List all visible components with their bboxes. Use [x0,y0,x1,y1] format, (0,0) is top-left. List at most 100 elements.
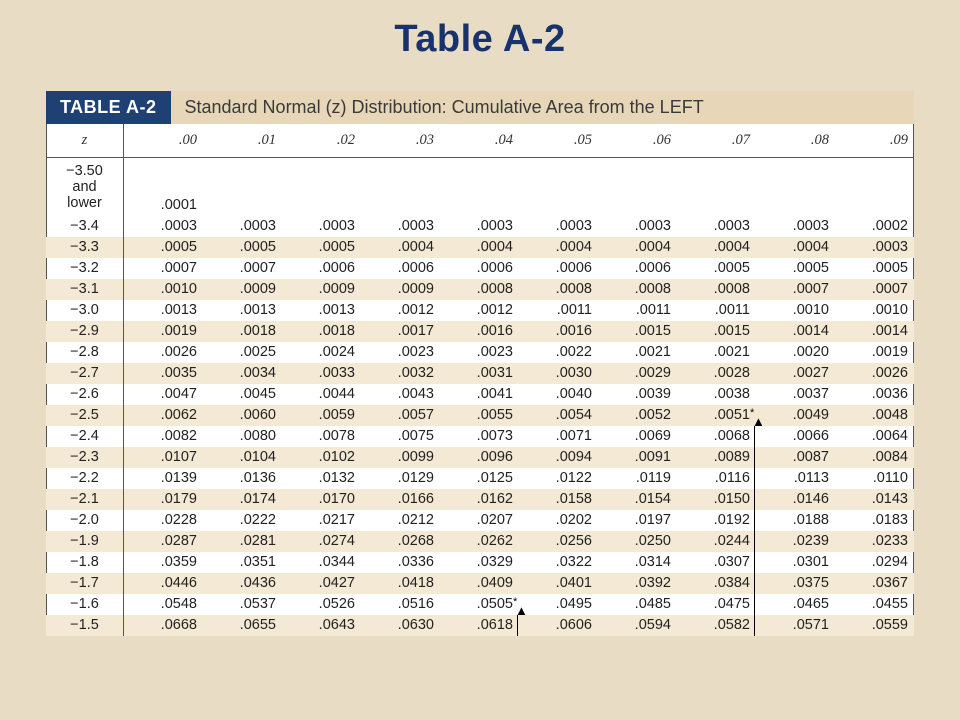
cell: .0023 [361,342,440,363]
z-label: −1.6 [46,594,123,615]
cell: .0136 [203,468,282,489]
cell: .0096 [440,447,519,468]
cell: .0003 [123,216,203,237]
table-row: −1.8.0359.0351.0344.0336.0329.0322.0314.… [46,552,914,573]
cell: .0027 [756,363,835,384]
cell: .0183 [835,510,914,531]
arrow-stem-icon [754,552,755,573]
cell: .0192 [677,510,756,531]
cell: .0011 [598,300,677,321]
cell: .0005 [677,258,756,279]
cell: .0132 [282,468,361,489]
cell: .0384 [677,573,756,594]
cell: .0594 [598,615,677,636]
cell: .0150 [677,489,756,510]
table-row: −2.7.0035.0034.0033.0032.0031.0030.0029.… [46,363,914,384]
cell: .0329 [440,552,519,573]
cell: .0244 [677,531,756,552]
cell: .0262 [440,531,519,552]
table-row: −3.1.0010.0009.0009.0009.0008.0008.0008.… [46,279,914,300]
page-title: Table A-2 [0,18,960,61]
cell: .0007 [835,279,914,300]
cell: .0005 [123,237,203,258]
cell: .0008 [519,279,598,300]
cell: .0021 [598,342,677,363]
cell: .0505 [440,594,519,615]
table-banner: TABLE A-2 Standard Normal (z) Distributi… [46,91,914,124]
z-label: −2.2 [46,468,123,489]
cell: .0008 [440,279,519,300]
cell: .0119 [598,468,677,489]
cell: .0104 [203,447,282,468]
cell: .0375 [756,573,835,594]
table-row: −2.9.0019.0018.0018.0017.0016.0016.0015.… [46,321,914,342]
cell: .0116 [677,468,756,489]
cell: .0129 [361,468,440,489]
table-row: −3.2.0007.0007.0006.0006.0006.0006.0006.… [46,258,914,279]
cell: .0006 [598,258,677,279]
cell: .0154 [598,489,677,510]
cell: .0001 [123,158,203,216]
cell: .0062 [123,405,203,426]
cell: .0012 [440,300,519,321]
cell: .0024 [282,342,361,363]
cell: .0060 [203,405,282,426]
cell: .0228 [123,510,203,531]
cell: .0004 [440,237,519,258]
cell: .0003 [598,216,677,237]
cell [519,158,598,216]
cell: .0465 [756,594,835,615]
cell: .0008 [677,279,756,300]
cell: .0014 [756,321,835,342]
cell: .0287 [123,531,203,552]
cell: .0351 [203,552,282,573]
z-label: −3.3 [46,237,123,258]
cell: .0013 [282,300,361,321]
cell: .0005 [203,237,282,258]
arrow-stem-icon [754,531,755,552]
cell: .0107 [123,447,203,468]
cell [835,158,914,216]
cell: .0037 [756,384,835,405]
cell: .0082 [123,426,203,447]
cell: .0032 [361,363,440,384]
cell: .0239 [756,531,835,552]
z-label: −2.4 [46,426,123,447]
cell: .0485 [598,594,677,615]
cell [440,158,519,216]
cell: .0003 [203,216,282,237]
cell: .0166 [361,489,440,510]
cell: .0427 [282,573,361,594]
header-col: .06 [598,124,677,158]
cell: .0005 [835,258,914,279]
cell: .0018 [203,321,282,342]
cell: .0655 [203,615,282,636]
cell: .0113 [756,468,835,489]
table-row: −2.8.0026.0025.0024.0023.0023.0022.0021.… [46,342,914,363]
cell: .0122 [519,468,598,489]
cell: .0054 [519,405,598,426]
cell: .0307 [677,552,756,573]
table-row: −2.0.0228.0222.0217.0212.0207.0202.0197.… [46,510,914,531]
cell: .0016 [440,321,519,342]
cell: .0016 [519,321,598,342]
cell: .0009 [203,279,282,300]
cell: .0057 [361,405,440,426]
table-row: −2.6.0047.0045.0044.0043.0041.0040.0039.… [46,384,914,405]
cell: .0401 [519,573,598,594]
z-label: −1.5 [46,615,123,636]
cell: .0005 [756,258,835,279]
cell: .0139 [123,468,203,489]
cell: .0068 [677,426,756,447]
cell: .0008 [598,279,677,300]
cell: .0143 [835,489,914,510]
table-row: −1.5.0668.0655.0643.0630.0618.0606.0594.… [46,615,914,636]
cell: .0174 [203,489,282,510]
cell: .0023 [440,342,519,363]
header-col: .07 [677,124,756,158]
z-label: −1.9 [46,531,123,552]
header-col: .01 [203,124,282,158]
arrow-stem-icon [754,489,755,510]
cell: .0004 [519,237,598,258]
cell: .0015 [677,321,756,342]
